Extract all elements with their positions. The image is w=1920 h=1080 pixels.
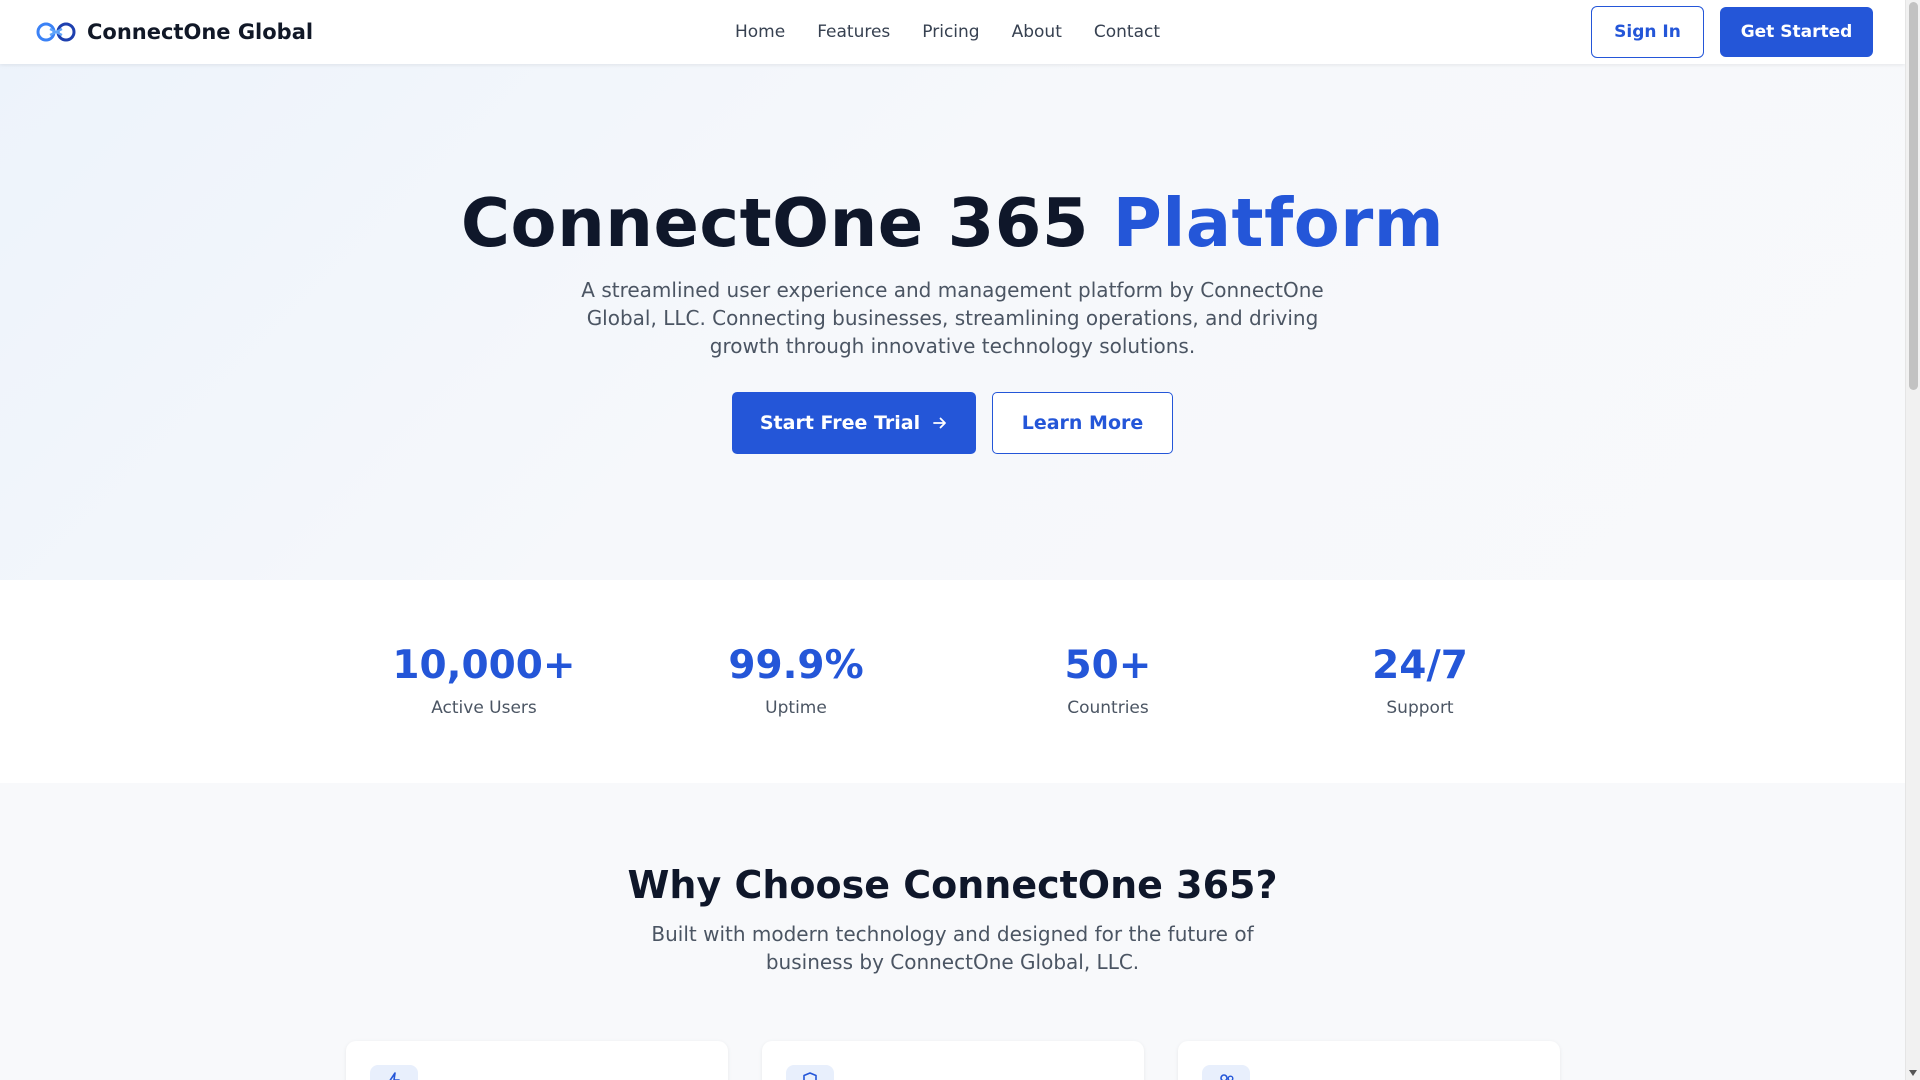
scroll-down-arrow-icon[interactable]	[1909, 1070, 1917, 1076]
hero-section: ConnectOne 365 Platform A streamlined us…	[0, 64, 1905, 580]
users-icon	[1220, 1074, 1234, 1080]
nav-link-home[interactable]: Home	[735, 22, 785, 42]
features-section: Why Choose ConnectOne 365? Built with mo…	[0, 783, 1905, 1080]
stat-support: 24/7 Support	[1270, 642, 1570, 718]
hero-subtitle: A streamlined user experience and manage…	[581, 278, 1324, 358]
hero-title-main: ConnectOne 365	[460, 184, 1089, 262]
arrow-right-icon	[933, 417, 947, 429]
feature-card-1[interactable]	[346, 1041, 728, 1080]
page-scrollbar[interactable]	[1905, 0, 1920, 1080]
shield-icon	[803, 1072, 817, 1080]
hero-cta-group: Start Free Trial Learn More	[0, 392, 1905, 454]
start-free-trial-label: Start Free Trial	[759, 412, 921, 434]
features-subtitle: Built with modern technology and designe…	[651, 922, 1254, 974]
get-started-button[interactable]: Get Started	[1720, 7, 1873, 57]
nav-link-contact[interactable]: Contact	[1094, 22, 1160, 42]
stat-countries: 50+ Countries	[958, 642, 1258, 718]
features-title: Why Choose ConnectOne 365?	[627, 863, 1278, 907]
lightning-icon	[389, 1072, 400, 1080]
sign-in-button[interactable]: Sign In	[1591, 6, 1704, 58]
stat-value: 10,000+	[392, 643, 576, 688]
nav-link-about[interactable]: About	[1012, 22, 1062, 42]
feature-icon-box	[370, 1065, 418, 1080]
stat-uptime: 99.9% Uptime	[646, 642, 946, 718]
nav-link-features[interactable]: Features	[817, 22, 890, 42]
feature-card-2[interactable]	[762, 1041, 1144, 1080]
infinity-link-icon	[36, 22, 76, 42]
stat-label: Support	[1386, 698, 1454, 718]
stat-active-users: 10,000+ Active Users	[334, 642, 634, 718]
brand-name: ConnectOne Global	[87, 20, 314, 44]
hero-title: ConnectOne 365 Platform	[0, 184, 1905, 262]
feature-icon-box	[786, 1065, 834, 1080]
nav-actions: Sign In Get Started	[1591, 6, 1873, 58]
stat-label: Uptime	[765, 698, 827, 718]
learn-more-button[interactable]: Learn More	[992, 392, 1173, 454]
page: ConnectOne Global Home Features Pricing …	[0, 0, 1905, 1080]
stat-value: 50+	[1064, 643, 1152, 688]
feature-icon-box	[1202, 1065, 1250, 1080]
navbar: ConnectOne Global Home Features Pricing …	[0, 0, 1905, 64]
start-free-trial-button[interactable]: Start Free Trial	[732, 392, 976, 454]
nav-link-pricing[interactable]: Pricing	[922, 22, 979, 42]
stat-label: Countries	[1067, 698, 1149, 718]
feature-card-3[interactable]	[1178, 1041, 1560, 1080]
stat-label: Active Users	[431, 698, 537, 718]
hero-title-accent: Platform	[1112, 184, 1445, 262]
stat-value: 99.9%	[728, 643, 864, 688]
brand-home-link[interactable]: ConnectOne Global	[35, 0, 313, 64]
stats-section: 10,000+ Active Users 99.9% Uptime 50+ Co…	[0, 580, 1905, 783]
stat-value: 24/7	[1372, 643, 1468, 688]
scrollbar-thumb[interactable]	[1909, 2, 1918, 390]
